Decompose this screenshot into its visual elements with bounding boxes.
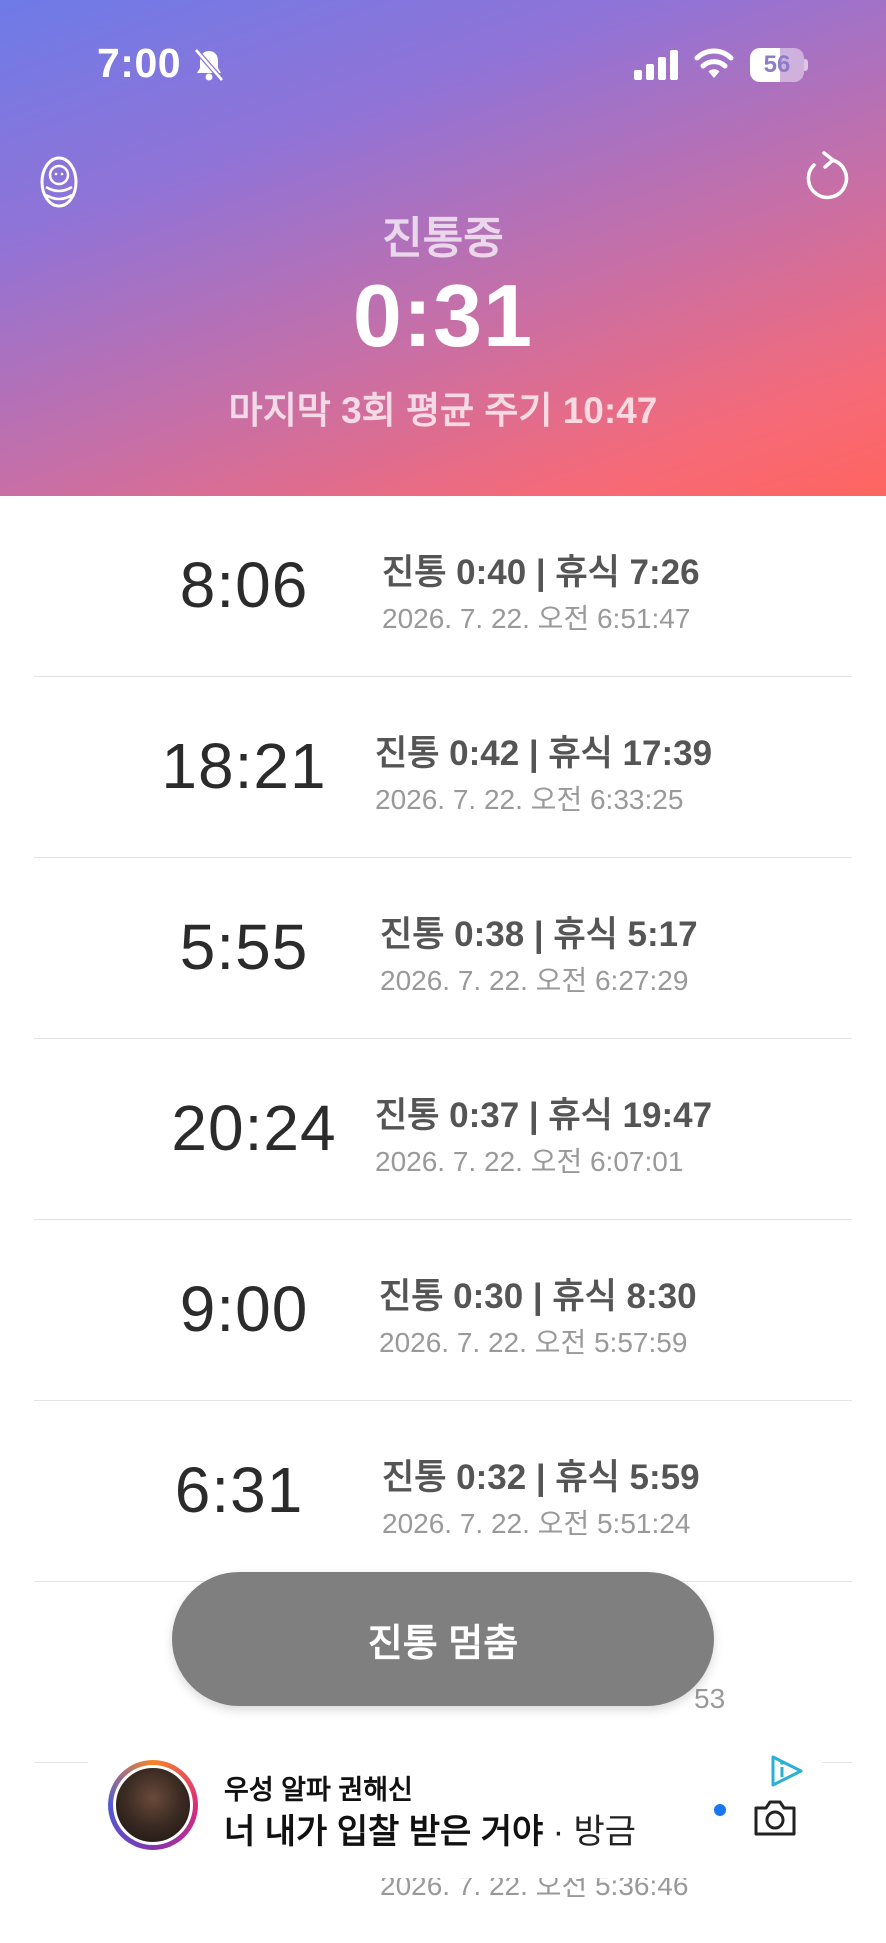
ad-choices-icon[interactable]: [768, 1754, 806, 1788]
notification-message: 너 내가 입찰 받은 거야 · 방금: [224, 1804, 636, 1853]
notification-banner[interactable]: 우성 알파 권해신 너 내가 입찰 받은 거야 · 방금: [88, 1742, 822, 1878]
stop-contraction-button[interactable]: 진통 멈춤: [172, 1572, 714, 1706]
average-interval: 마지막 3회 평균 주기 10:47: [228, 390, 658, 431]
record-detail: 진통 0:30 | 휴식 8:30: [379, 1277, 697, 1316]
refresh-icon[interactable]: [802, 150, 850, 202]
contraction-timer: 0:31: [352, 266, 534, 365]
list-item[interactable]: 6:31 진통 0:32 | 휴식 5:59 2026. 7. 22. 오전 5…: [34, 1401, 852, 1582]
battery-body: 56: [750, 48, 804, 82]
list-item[interactable]: 9:00 진통 0:30 | 휴식 8:30 2026. 7. 22. 오전 5…: [34, 1220, 852, 1401]
record-detail: 진통 0:32 | 휴식 5:59: [382, 1458, 700, 1497]
battery-indicator: 56: [750, 48, 808, 82]
record-timestamp: 2026. 7. 22. 오전 5:51:24: [382, 1508, 691, 1539]
list-item[interactable]: 5:55 진통 0:38 | 휴식 5:17 2026. 7. 22. 오전 6…: [34, 858, 852, 1039]
list-item[interactable]: 8:06 진통 0:40 | 휴식 7:26 2026. 7. 22. 오전 6…: [34, 496, 852, 677]
record-detail: 진통 0:37 | 휴식 19:47: [375, 1096, 713, 1135]
avatar: [108, 1760, 198, 1850]
record-timestamp: 2026. 7. 22. 오전 6:27:29: [380, 965, 689, 996]
record-timestamp: 53: [694, 1683, 726, 1714]
list-item[interactable]: 20:24 진통 0:37 | 휴식 19:47 2026. 7. 22. 오전…: [34, 1039, 852, 1220]
contraction-status: 진통중: [382, 214, 504, 263]
cellular-signal-icon: [634, 50, 678, 80]
notification-time: · 방금: [543, 1813, 637, 1851]
record-detail: 진통 0:42 | 휴식 17:39: [375, 734, 713, 773]
camera-icon[interactable]: [752, 1798, 798, 1838]
wifi-icon: [694, 48, 734, 78]
baby-icon[interactable]: [38, 155, 80, 209]
bell-slash-icon: [194, 48, 224, 82]
record-timestamp: 2026. 7. 22. 오전 6:51:47: [382, 603, 691, 634]
record-timestamp: 2026. 7. 22. 오전 6:33:25: [375, 784, 684, 815]
list-item[interactable]: 18:21 진통 0:42 | 휴식 17:39 2026. 7. 22. 오전…: [34, 677, 852, 858]
contraction-list[interactable]: 8:06 진통 0:40 | 휴식 7:26 2026. 7. 22. 오전 6…: [0, 496, 886, 1943]
record-timestamp: 2026. 7. 22. 오전 6:07:01: [375, 1146, 684, 1177]
battery-percent: 56: [763, 51, 791, 78]
record-detail: 진통 0:38 | 휴식 5:17: [380, 915, 698, 954]
unread-dot: [714, 1804, 726, 1816]
record-timestamp: 2026. 7. 22. 오전 5:57:59: [379, 1327, 688, 1358]
notification-sender: 우성 알파 권해신: [224, 1775, 413, 1805]
avatar-image: [113, 1765, 193, 1845]
status-bar-time: 7:00: [97, 40, 182, 86]
battery-tip: [804, 59, 808, 71]
notification-text: 너 내가 입찰 받은 거야: [224, 1813, 544, 1851]
record-detail: 진통 0:40 | 휴식 7:26: [382, 553, 700, 592]
header: 7:00 56 진통중 0:31 마지막 3회 평균 주기 10:47: [0, 0, 886, 496]
